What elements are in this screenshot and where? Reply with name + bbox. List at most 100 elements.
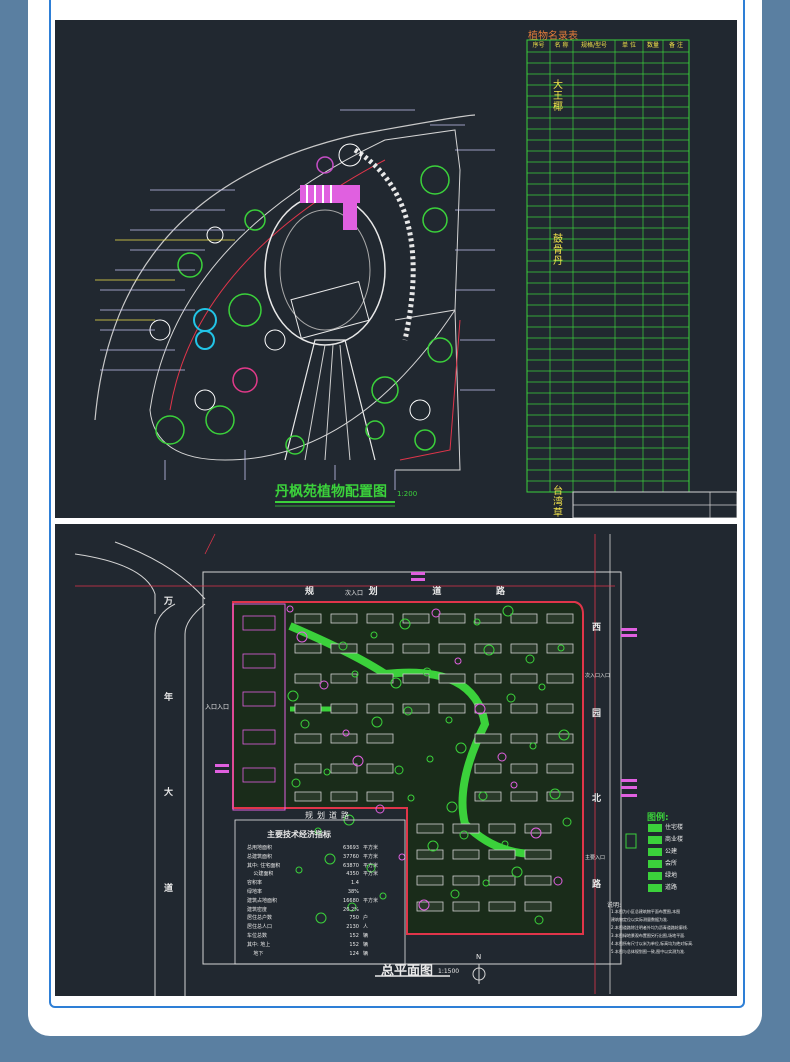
- plant-label-3: 台湾草: [553, 486, 563, 518]
- econ-row: 其中: 地上 152 辆: [247, 941, 397, 950]
- building: [330, 763, 358, 774]
- road-char: 划: [368, 587, 378, 597]
- building: [330, 643, 358, 654]
- econ-cell: [359, 906, 397, 915]
- table-header-cell: 数量: [646, 42, 659, 49]
- notes-list: 1.本图为小区总建筑物平面布置图,本图 建筑物定位以实际测量数据为准. 2.本图道…: [611, 908, 735, 956]
- building: [474, 673, 502, 684]
- econ-row: 总用地面积 63693 平方米: [247, 844, 397, 853]
- master-plan-drawing: 规划道路 万年大道 西园北路 规划道路 入口入口 次入口 次入口入口 主要入口 …: [55, 524, 737, 996]
- econ-cell: 建筑密度: [247, 906, 268, 913]
- econ-cell: 1.4: [350, 880, 359, 887]
- red-line-a: [204, 533, 216, 555]
- econ-cell: 38%: [347, 888, 359, 895]
- econ-cell: 平方米: [362, 845, 378, 851]
- stepping-path: [353, 147, 416, 341]
- building: [366, 733, 394, 744]
- tree: [398, 853, 406, 861]
- building: [294, 673, 322, 684]
- planting-title: 丹枫苑植物配置图: [275, 484, 387, 500]
- building: [402, 703, 430, 714]
- econ-cell: [359, 888, 397, 897]
- econ-cell: 37760: [343, 853, 359, 860]
- econ-cell: 地下: [247, 950, 264, 957]
- road-char: 道: [164, 883, 174, 894]
- econ-cell: 辆: [362, 950, 368, 957]
- building: [510, 703, 538, 714]
- building: [330, 791, 358, 802]
- econ-cell: 152: [349, 932, 359, 939]
- econ-row: 其中: 住宅面积 63870 平方米: [247, 862, 397, 871]
- entrance-top: 次入口: [345, 590, 364, 597]
- econ-cell: 2130: [346, 924, 359, 931]
- building: [524, 901, 552, 912]
- econ-cell: 辆: [362, 932, 368, 939]
- plant-label-2: 鼓骨丹: [553, 234, 563, 267]
- building: [452, 875, 480, 886]
- legend-item: 道路: [665, 884, 678, 891]
- building: [366, 673, 394, 684]
- planting-plan-drawing: 植物名录表 序号名 称规格/型号单 位数量备 注 大王椰 鼓骨丹 台湾草 丹枫苑…: [55, 20, 737, 518]
- building: [294, 763, 322, 774]
- econ-cell: 公建面积: [247, 871, 274, 878]
- building: [510, 763, 538, 774]
- econ-cell: 4350: [346, 871, 359, 878]
- econ-cell: 124: [349, 950, 359, 957]
- left-road-corner: [154, 603, 206, 635]
- building: [438, 613, 466, 624]
- econ-cell: 车位总数: [247, 932, 268, 939]
- building: [524, 875, 552, 886]
- building: [510, 613, 538, 624]
- econ-cell: 其中: 地上: [247, 941, 271, 948]
- note-line: 4.本图所有尺寸以米为单位,标高均为绝对标高.: [611, 941, 694, 946]
- road-char: 道: [432, 587, 442, 597]
- road-char: 路: [495, 587, 505, 597]
- road-char: 路: [592, 879, 602, 890]
- building: [474, 703, 502, 714]
- road-curve-2: [114, 541, 206, 600]
- econ-cell: 平方米: [362, 871, 378, 878]
- walkway: [284, 339, 376, 461]
- econ-cell: 750: [349, 915, 359, 922]
- legend-item: 商业楼: [665, 836, 684, 843]
- econ-cell: 总用地面积: [247, 845, 273, 851]
- road-char: 西: [592, 623, 602, 633]
- building: [294, 613, 322, 624]
- building: [294, 643, 322, 654]
- building: [452, 901, 480, 912]
- building: [488, 849, 516, 860]
- econ-cell: 63870: [343, 862, 359, 869]
- plan-scale: 1:1500: [438, 968, 460, 975]
- road-char: 年: [164, 692, 174, 703]
- building: [416, 849, 444, 860]
- econ-row: 建筑密度 26.2%: [247, 906, 397, 915]
- building: [438, 673, 466, 684]
- road-label-left: 万年大道: [164, 594, 176, 894]
- outer-arc: [94, 114, 476, 421]
- table-header-cell: 备 注: [669, 42, 683, 49]
- plant-label-1: 大王椰: [553, 80, 563, 113]
- econ-cell: 平方米: [362, 853, 378, 860]
- planting-scale: 1:200: [397, 490, 418, 498]
- note-line: 3.本图绿地景观布置图另行出图,场地平面.: [611, 933, 686, 938]
- plan-title: 总平面图: [381, 964, 434, 979]
- building: [416, 875, 444, 886]
- legend-swatches: [625, 824, 662, 892]
- legend-list: 住宅楼 商业楼 公建 会所 绿地 道路: [665, 822, 683, 894]
- econ-row: 容积率 1.4: [247, 879, 397, 888]
- note-line: 建筑物定位以实际测量数据为准.: [611, 917, 669, 922]
- building: [438, 703, 466, 714]
- building: [330, 673, 358, 684]
- building: [294, 791, 322, 802]
- building: [294, 703, 322, 714]
- entrance-right-2: 主要入口: [585, 855, 606, 861]
- legend-item: 会所: [665, 860, 678, 867]
- building: [488, 901, 516, 912]
- building: [510, 733, 538, 744]
- building: [474, 613, 502, 624]
- building: [546, 763, 574, 774]
- building: [474, 733, 502, 744]
- econ-cell: 容积率: [247, 880, 263, 887]
- building: [330, 613, 358, 624]
- econ-cell: 建筑占地面积: [247, 897, 278, 904]
